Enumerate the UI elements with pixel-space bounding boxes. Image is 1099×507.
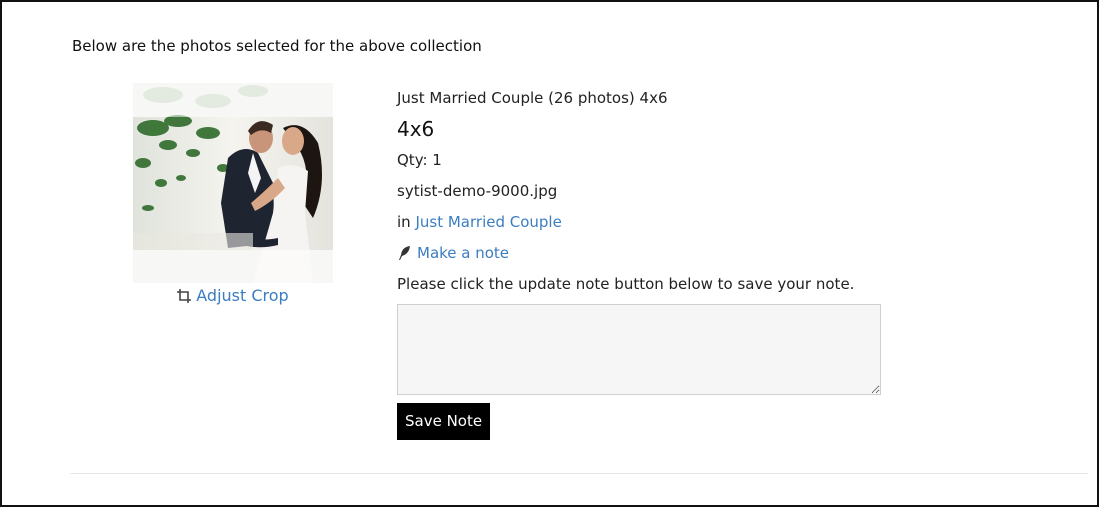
make-note-link[interactable]: Make a note [397,244,897,262]
gallery-link[interactable]: Just Married Couple [415,213,561,231]
adjust-crop-link[interactable]: Adjust Crop [133,286,333,305]
photo-column: Adjust Crop [133,83,333,305]
adjust-crop-label: Adjust Crop [196,286,289,305]
feather-icon [399,246,410,260]
couple-photo-image [133,83,333,283]
photo-details: Just Married Couple (26 photos) 4x6 4x6 … [397,89,897,440]
gallery-prefix: in [397,213,411,231]
note-textarea[interactable] [397,304,881,395]
print-size: 4x6 [397,117,435,141]
make-note-label: Make a note [417,244,510,262]
file-name: sytist-demo-9000.jpg [397,182,558,200]
quantity: Qty: 1 [397,151,442,169]
crop-icon [177,288,192,303]
divider [70,473,1088,474]
photo-thumbnail[interactable] [133,83,333,283]
note-instructions: Please click the update note button belo… [397,275,855,293]
save-note-button[interactable]: Save Note [397,403,491,440]
content-panel: Below are the photos selected for the ab… [0,0,1099,507]
collection-title: Just Married Couple (26 photos) 4x6 [397,89,668,107]
gallery-line: in Just Married Couple [397,213,897,231]
intro-text: Below are the photos selected for the ab… [72,37,482,55]
